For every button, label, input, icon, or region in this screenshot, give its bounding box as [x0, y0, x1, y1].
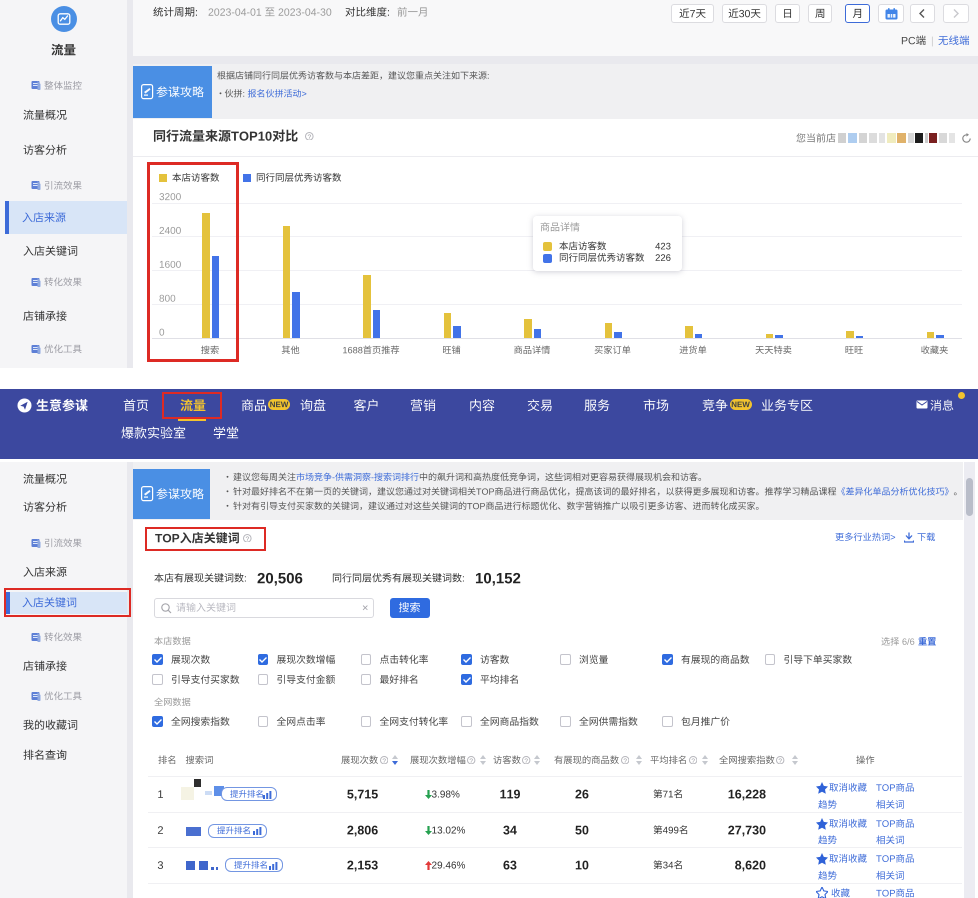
svg-text:?: ? [779, 758, 783, 765]
svg-text:?: ? [623, 758, 627, 765]
svg-text:?: ? [525, 758, 529, 765]
svg-text:?: ? [307, 134, 311, 141]
svg-text:?: ? [691, 758, 695, 765]
svg-text:?: ? [470, 758, 474, 765]
svg-text:?: ? [382, 758, 386, 765]
